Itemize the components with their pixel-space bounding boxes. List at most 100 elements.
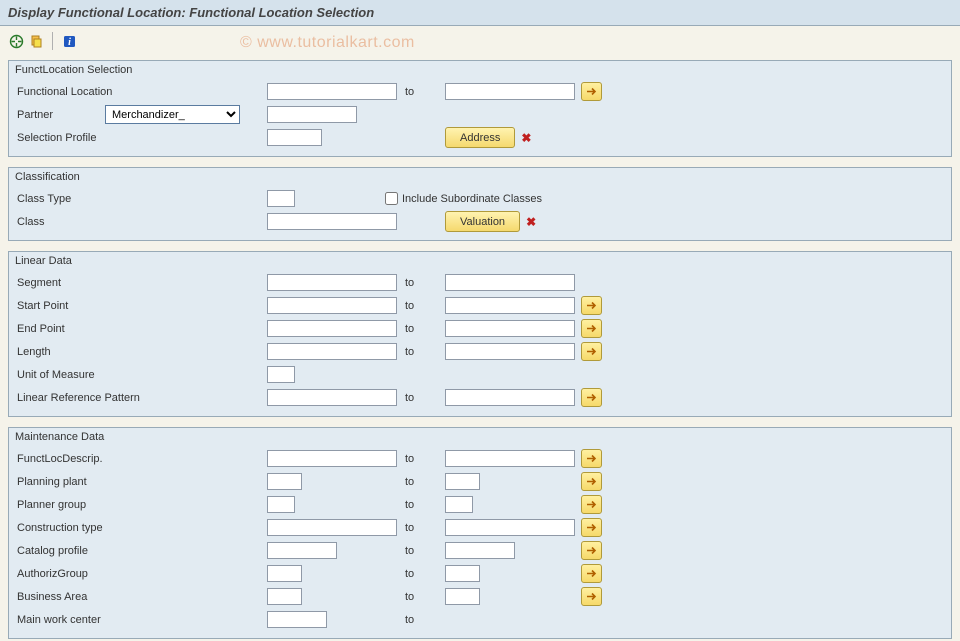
group-maintenance-data: Maintenance Data FunctLocDescrip. to Pla… (8, 427, 952, 639)
label-to: to (397, 476, 445, 488)
catalog-profile-to[interactable] (445, 542, 515, 559)
label-functional-location: Functional Location (17, 86, 267, 98)
multisel-planning-plant[interactable] (581, 472, 602, 491)
multisel-linear-ref-pattern[interactable] (581, 388, 602, 407)
group-title: Maintenance Data (9, 428, 951, 444)
multisel-authoriz-group[interactable] (581, 564, 602, 583)
label-main-work-center: Main work center (17, 614, 267, 626)
planning-plant-to[interactable] (445, 473, 480, 490)
partner-value[interactable] (267, 106, 357, 123)
construction-type-to[interactable] (445, 519, 575, 536)
segment-to[interactable] (445, 274, 575, 291)
label-start-point: Start Point (17, 300, 267, 312)
construction-type-from[interactable] (267, 519, 397, 536)
group-title: Linear Data (9, 252, 951, 268)
unit-of-measure-input[interactable] (267, 366, 295, 383)
page-title: Display Functional Location: Functional … (0, 0, 960, 26)
label-to: to (397, 545, 445, 557)
svg-text:i: i (68, 37, 71, 48)
label-class-type: Class Type (17, 193, 267, 205)
label-to: to (397, 499, 445, 511)
delete-valuation-icon[interactable]: ✖ (526, 215, 536, 229)
toolbar-separator (52, 32, 53, 50)
label-to: to (397, 346, 445, 358)
info-icon[interactable]: i (61, 33, 77, 49)
main-work-center-from[interactable] (267, 611, 327, 628)
group-title: Classification (9, 168, 951, 184)
catalog-profile-from[interactable] (267, 542, 337, 559)
valuation-button[interactable]: Valuation (445, 211, 520, 232)
length-to[interactable] (445, 343, 575, 360)
label-to: to (397, 300, 445, 312)
label-authoriz-group: AuthorizGroup (17, 568, 267, 580)
group-functloc-selection: FunctLocation Selection Functional Locat… (8, 60, 952, 157)
segment-from[interactable] (267, 274, 397, 291)
group-title: FunctLocation Selection (9, 61, 951, 77)
functional-location-from[interactable] (267, 83, 397, 100)
label-length: Length (17, 346, 267, 358)
label-to: to (397, 453, 445, 465)
label-to: to (397, 614, 445, 626)
linear-ref-pattern-to[interactable] (445, 389, 575, 406)
label-selection-profile: Selection Profile (17, 132, 267, 144)
planner-group-to[interactable] (445, 496, 473, 513)
multisel-business-area[interactable] (581, 587, 602, 606)
address-button[interactable]: Address (445, 127, 515, 148)
multisel-start-point[interactable] (581, 296, 602, 315)
group-linear-data: Linear Data Segment to Start Point to En… (8, 251, 952, 417)
multisel-length[interactable] (581, 342, 602, 361)
delete-address-icon[interactable]: ✖ (521, 131, 531, 145)
label-class: Class (17, 216, 267, 228)
variant-icon[interactable] (28, 33, 44, 49)
label-partner: Partner (17, 109, 105, 121)
label-to: to (397, 568, 445, 580)
label-unit-of-measure: Unit of Measure (17, 369, 267, 381)
multisel-functloc-descrip[interactable] (581, 449, 602, 468)
address-button-label: Address (460, 132, 500, 144)
start-point-to[interactable] (445, 297, 575, 314)
label-functloc-descrip: FunctLocDescrip. (17, 453, 267, 465)
label-to: to (397, 591, 445, 603)
authoriz-group-to[interactable] (445, 565, 480, 582)
start-point-from[interactable] (267, 297, 397, 314)
multisel-construction-type[interactable] (581, 518, 602, 537)
end-point-from[interactable] (267, 320, 397, 337)
valuation-button-label: Valuation (460, 216, 505, 228)
linear-ref-pattern-from[interactable] (267, 389, 397, 406)
execute-icon[interactable] (8, 33, 24, 49)
class-type-input[interactable] (267, 190, 295, 207)
label-to: to (397, 323, 445, 335)
class-input[interactable] (267, 213, 397, 230)
app-toolbar: i (0, 26, 960, 56)
multisel-planner-group[interactable] (581, 495, 602, 514)
label-segment: Segment (17, 277, 267, 289)
business-area-from[interactable] (267, 588, 302, 605)
label-to: to (397, 86, 445, 98)
functloc-descrip-to[interactable] (445, 450, 575, 467)
label-to: to (397, 277, 445, 289)
partner-select[interactable]: Merchandizer_ (105, 105, 240, 124)
include-subordinate-checkbox[interactable] (385, 192, 398, 205)
planning-plant-from[interactable] (267, 473, 302, 490)
multisel-end-point[interactable] (581, 319, 602, 338)
label-catalog-profile: Catalog profile (17, 545, 267, 557)
functional-location-to[interactable] (445, 83, 575, 100)
label-construction-type: Construction type (17, 522, 267, 534)
selection-profile-input[interactable] (267, 129, 322, 146)
group-classification: Classification Class Type Include Subord… (8, 167, 952, 241)
label-business-area: Business Area (17, 591, 267, 603)
multisel-functional-location[interactable] (581, 82, 602, 101)
label-end-point: End Point (17, 323, 267, 335)
business-area-to[interactable] (445, 588, 480, 605)
label-planner-group: Planner group (17, 499, 267, 511)
label-planning-plant: Planning plant (17, 476, 267, 488)
length-from[interactable] (267, 343, 397, 360)
end-point-to[interactable] (445, 320, 575, 337)
authoriz-group-from[interactable] (267, 565, 302, 582)
label-linear-ref-pattern: Linear Reference Pattern (17, 392, 267, 404)
multisel-catalog-profile[interactable] (581, 541, 602, 560)
checkbox-label: Include Subordinate Classes (402, 193, 542, 205)
label-to: to (397, 392, 445, 404)
functloc-descrip-from[interactable] (267, 450, 397, 467)
planner-group-from[interactable] (267, 496, 295, 513)
